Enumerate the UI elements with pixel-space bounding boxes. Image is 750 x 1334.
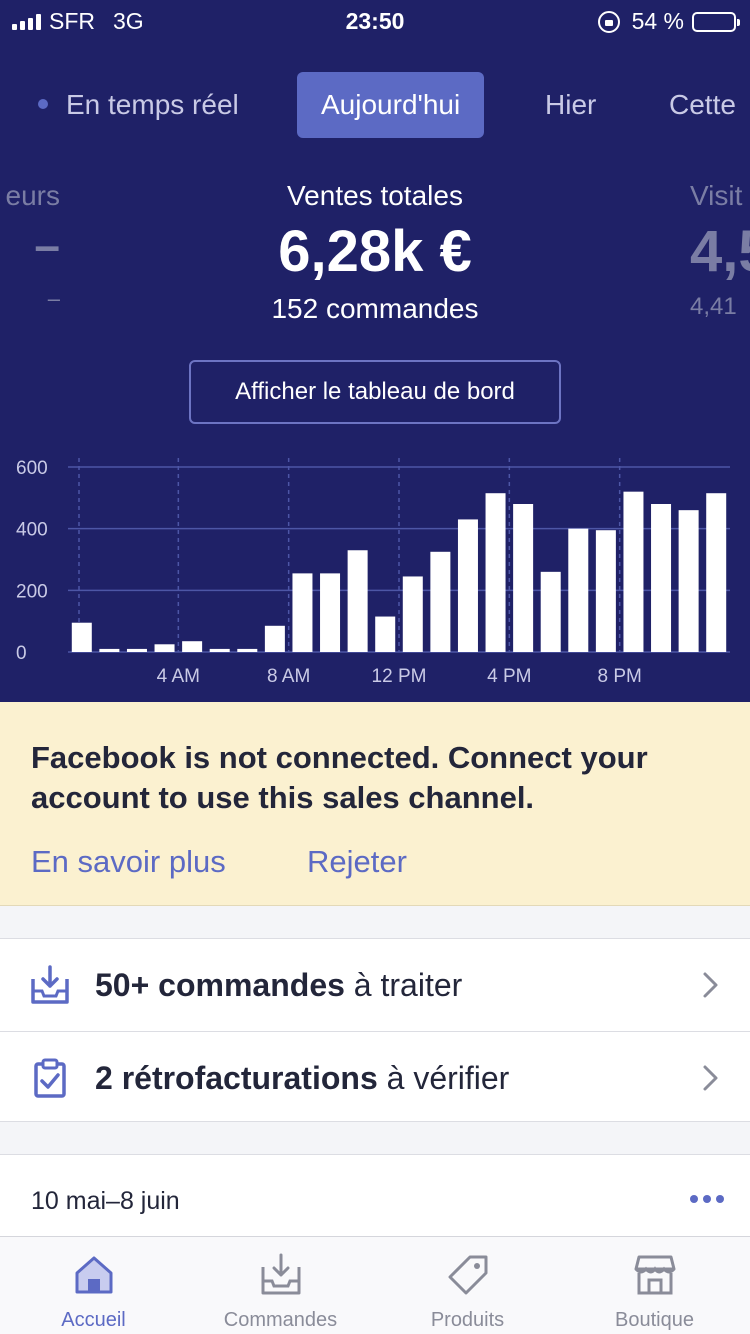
chart-bar	[623, 491, 644, 652]
sales-overview-panel: SFR 3G 23:50 54 % En temps réel Aujourd'…	[0, 0, 750, 702]
chart-bar	[513, 504, 534, 652]
rotation-lock-icon	[597, 10, 620, 33]
banner-message: Facebook is not connected. Connect your …	[31, 740, 648, 815]
hourly-sales-chart: 0 200 400 600 4 AM 8 AM 12 PM 4 PM 8 PM	[16, 458, 730, 687]
metric-left-sub: –	[47, 286, 60, 311]
chart-bar	[292, 573, 313, 652]
x-tick-label: 12 PM	[372, 666, 427, 687]
tab-realtime[interactable]: En temps réel	[38, 72, 239, 138]
dismiss-link[interactable]: Rejeter	[307, 844, 407, 880]
metric-left-value: –	[34, 219, 60, 271]
tab-store-label: Boutique	[615, 1309, 694, 1331]
chart-bar	[678, 510, 699, 652]
x-tick-label: 8 PM	[597, 666, 641, 687]
metric-left-label: eurs	[5, 180, 60, 211]
x-tick-label: 4 PM	[487, 666, 531, 687]
tab-this-period[interactable]: Cette	[669, 72, 736, 138]
tab-products-label: Produits	[430, 1309, 505, 1331]
tab-yesterday[interactable]: Hier	[545, 72, 596, 138]
visits-sub: 4,41	[690, 293, 737, 320]
orders-count: 152 commandes	[271, 293, 479, 324]
chart-bar	[126, 648, 147, 652]
chart-bar	[457, 519, 478, 652]
orders-icon	[261, 1253, 300, 1295]
tab-store[interactable]: Boutique	[561, 1237, 748, 1334]
tab-home-label: Accueil	[61, 1309, 126, 1331]
tab-home[interactable]: Accueil	[0, 1237, 187, 1334]
chart-bar	[71, 622, 92, 652]
bottom-tab-bar: Accueil Commandes Produits Boutique	[0, 1236, 750, 1334]
task-chargebacks-strong: 2 rétrofacturations	[95, 1060, 378, 1096]
store-icon	[634, 1255, 675, 1295]
chart-bar	[264, 625, 285, 652]
tab-orders[interactable]: Commandes	[187, 1237, 374, 1334]
metric-visits[interactable]: Visit 4,5 4,41	[690, 180, 750, 321]
tab-products[interactable]: Produits	[374, 1237, 561, 1334]
task-orders-rest: à traiter	[344, 967, 463, 1003]
chart-bar	[154, 644, 175, 652]
x-tick-label: 8 AM	[267, 666, 310, 687]
x-tick-label: 4 AM	[157, 666, 200, 687]
task-list: 50+ commandes à traiter 2 rétrofacturati…	[0, 938, 750, 1122]
view-dashboard-button[interactable]: Afficher le tableau de bord	[189, 360, 561, 424]
task-orders-strong: 50+ commandes	[95, 967, 345, 1003]
tab-today[interactable]: Aujourd'hui	[297, 72, 485, 138]
visits-label: Visit	[690, 180, 743, 211]
y-tick-label: 0	[16, 643, 27, 664]
chart-bar	[430, 551, 451, 652]
battery-icon	[692, 11, 740, 32]
chart-bar	[99, 648, 120, 652]
chart-bar	[595, 530, 616, 652]
chart-bar	[540, 571, 561, 652]
chart-bar	[320, 573, 341, 652]
y-tick-label: 200	[16, 581, 48, 602]
learn-more-link[interactable]: En savoir plus	[31, 844, 226, 880]
chevron-right-icon	[703, 1065, 718, 1091]
card-date-range: 10 mai–8 juin	[31, 1187, 180, 1215]
chart-bar	[182, 641, 203, 652]
live-dot-icon	[38, 98, 48, 109]
inbox-download-icon	[31, 965, 69, 1004]
chart-bar	[375, 616, 396, 652]
home-icon	[75, 1256, 112, 1294]
task-orders-to-process[interactable]: 50+ commandes à traiter	[0, 939, 750, 1031]
tag-icon	[448, 1255, 487, 1295]
chart-bar	[651, 504, 672, 652]
visits-value: 4,5	[690, 219, 750, 284]
chart-bar	[347, 550, 368, 652]
task-orders-text: 50+ commandes à traiter	[95, 967, 462, 1004]
chart-bar	[209, 648, 230, 652]
total-sales-label: Ventes totales	[287, 180, 463, 211]
chart-bar	[568, 528, 589, 652]
tab-realtime-label: En temps réel	[66, 89, 239, 120]
status-bar: SFR 3G 23:50 54 %	[0, 0, 750, 42]
y-tick-label: 400	[16, 520, 48, 541]
total-sales-value: 6,28k €	[278, 219, 472, 284]
metric-total-sales[interactable]: Ventes totales 6,28k € 152 commandes	[175, 180, 575, 325]
task-chargebacks-rest: à vérifier	[377, 1060, 510, 1096]
tab-orders-label: Commandes	[223, 1309, 338, 1331]
y-tick-label: 600	[16, 458, 48, 479]
battery-percent: 54 %	[631, 8, 684, 34]
metric-left[interactable]: eurs – –	[0, 180, 60, 312]
chart-bar	[485, 493, 506, 652]
facebook-warning-banner: Facebook is not connected. Connect your …	[0, 702, 750, 906]
chart-bar	[402, 576, 423, 652]
more-options-icon[interactable]	[690, 1195, 724, 1203]
task-chargebacks-text: 2 rétrofacturations à vérifier	[95, 1060, 509, 1097]
clipboard-check-icon	[34, 1058, 66, 1098]
analytics-card: 10 mai–8 juin	[0, 1154, 750, 1244]
task-chargebacks-to-verify[interactable]: 2 rétrofacturations à vérifier	[0, 1031, 750, 1123]
chevron-right-icon	[703, 972, 718, 998]
chart-bar	[237, 648, 258, 652]
chart-bar	[706, 493, 727, 652]
